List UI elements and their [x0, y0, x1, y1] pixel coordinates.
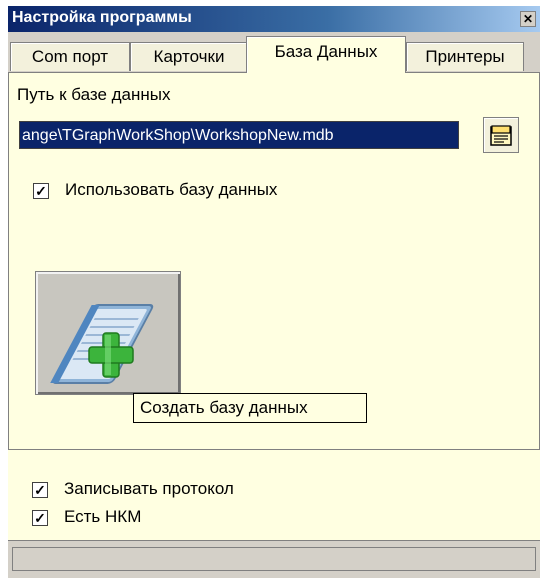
create-db-tooltip: Создать базу данных [133, 393, 367, 423]
tab-strip: Com порт Карточки База Данных Принтеры [8, 36, 540, 74]
document-icon [490, 125, 512, 146]
database-panel: Путь к базе данных ange\TGraphWorkShop\W… [8, 72, 540, 450]
use-db-checkbox[interactable]: ✓ [33, 183, 49, 199]
tab-database[interactable]: База Данных [246, 36, 406, 73]
tab-cards[interactable]: Карточки [130, 42, 248, 71]
options-area: ✓ Записывать протокол ✓ Есть НКМ [8, 450, 540, 540]
use-db-label: Использовать базу данных [65, 180, 278, 199]
title-bar[interactable]: Настройка программы ✕ [8, 6, 540, 32]
db-path-input[interactable]: ange\TGraphWorkShop\WorkshopNew.mdb [19, 121, 459, 149]
create-db-button[interactable] [35, 271, 181, 395]
close-button[interactable]: ✕ [520, 11, 536, 27]
db-path-label: Путь к базе данных [17, 85, 171, 104]
notebook-add-icon [50, 304, 154, 384]
tab-com-port[interactable]: Com порт [10, 42, 130, 71]
window-title: Настройка программы [12, 9, 192, 26]
write-log-label: Записывать протокол [64, 479, 234, 498]
settings-window: Настройка программы ✕ Com порт Карточки … [8, 6, 540, 578]
tab-printers[interactable]: Принтеры [406, 42, 524, 71]
browse-db-button[interactable] [483, 117, 519, 153]
nkm-label: Есть НКМ [64, 507, 142, 526]
status-panel [12, 547, 536, 571]
write-log-checkbox[interactable]: ✓ [32, 482, 48, 498]
nkm-checkbox[interactable]: ✓ [32, 510, 48, 526]
status-bar [8, 540, 540, 577]
